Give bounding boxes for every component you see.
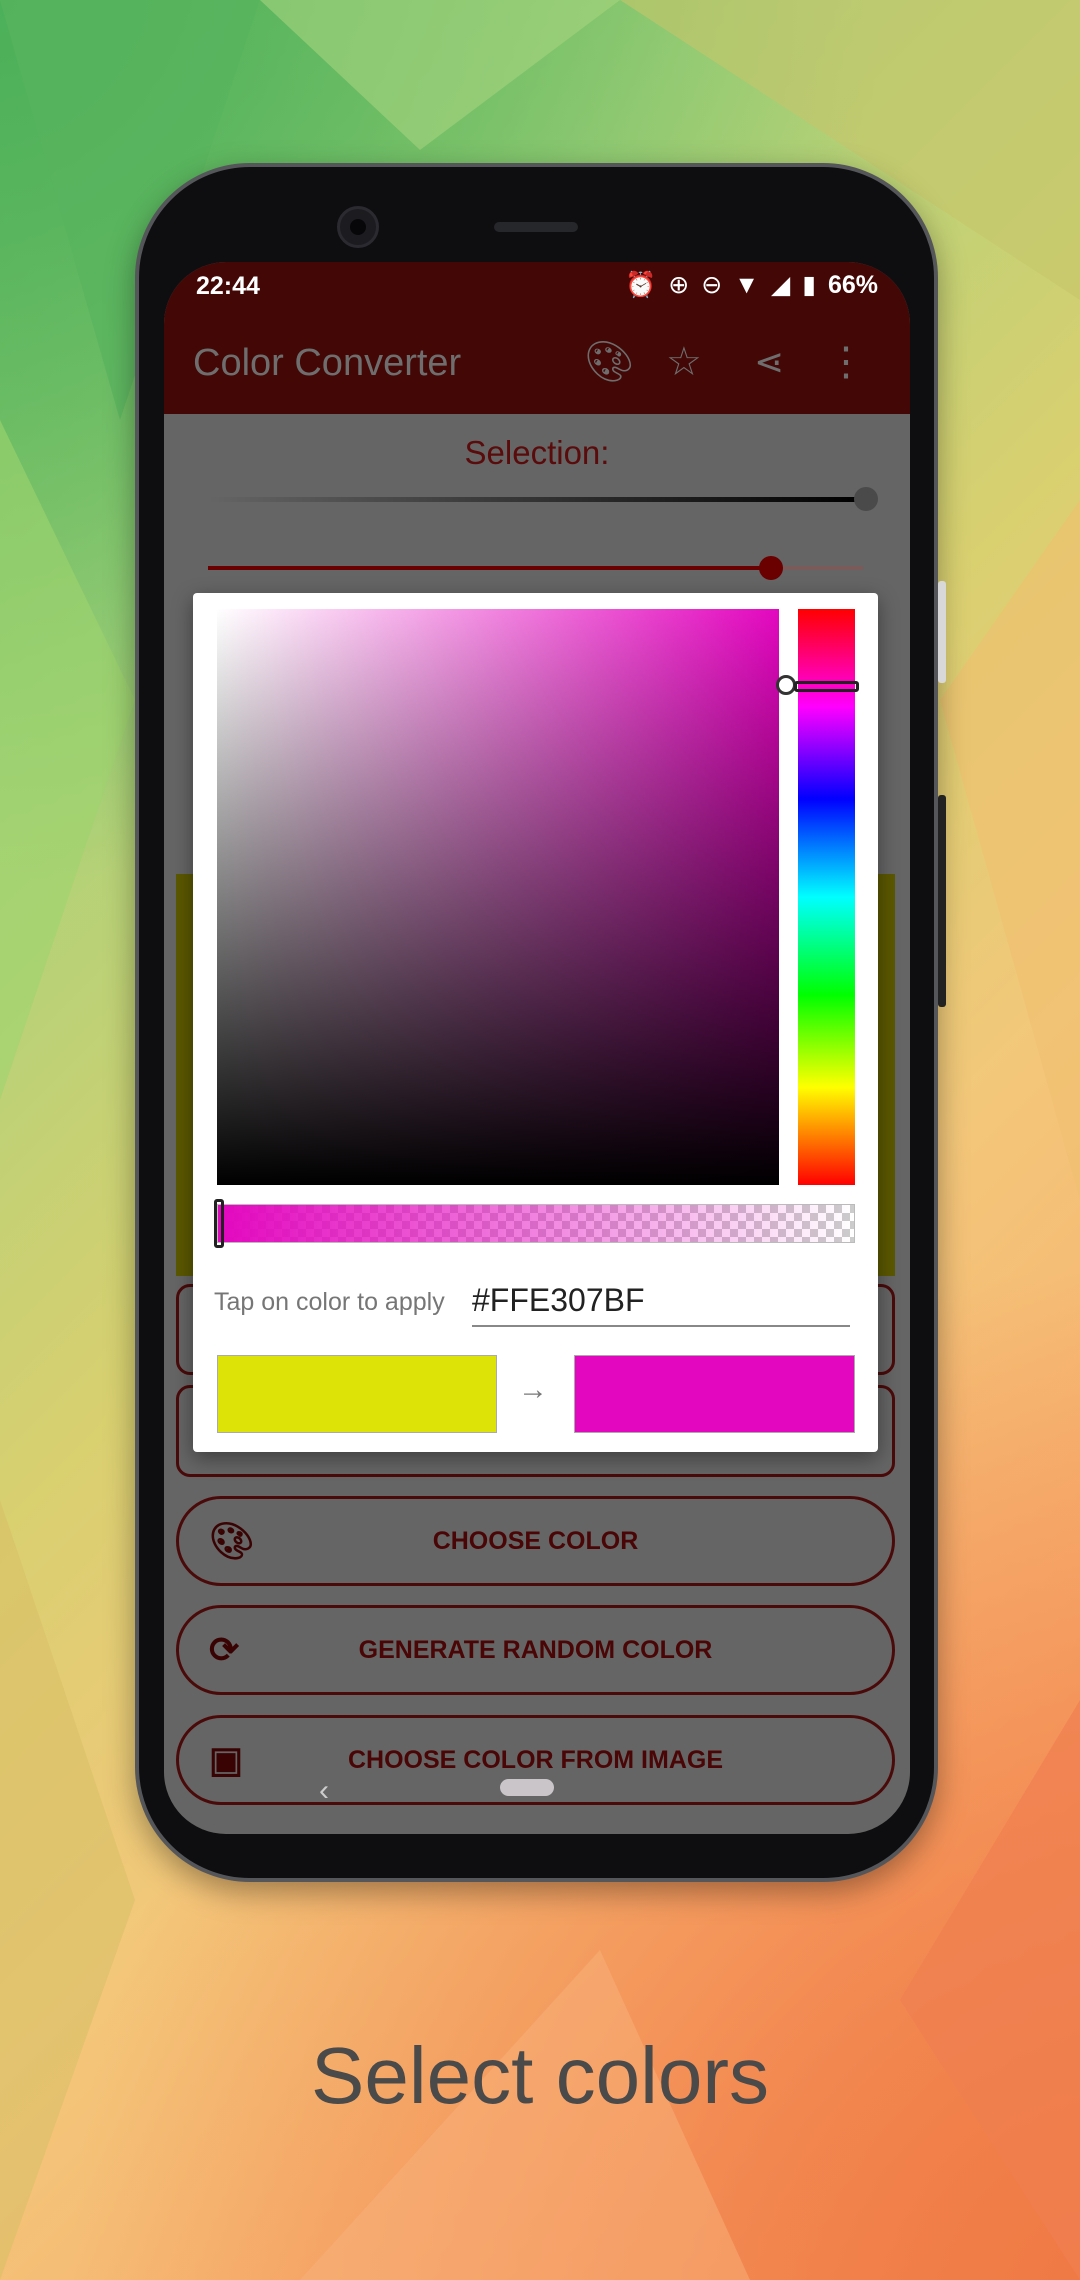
- selection-label: Selection:: [464, 434, 610, 471]
- signal-icon: ◢: [770, 271, 791, 299]
- battery-percent: 66%: [827, 270, 878, 299]
- nav-home-pill[interactable]: [500, 1779, 554, 1796]
- app-bar: 22:44 ⏰ ⊕ ⊖ ▼ ◢ ▮ 66% Color Converter 🎨︎…: [164, 262, 910, 414]
- front-camera: [337, 206, 379, 248]
- app-title: Color Converter: [193, 342, 462, 384]
- lightness-slider[interactable]: [208, 497, 863, 502]
- status-icons: ⏰ ⊕ ⊖ ▼ ◢ ▮ 66%: [625, 270, 878, 300]
- saturation-value-panel[interactable]: [217, 609, 796, 1185]
- earpiece: [494, 222, 578, 232]
- palette-icon[interactable]: 🎨︎: [584, 340, 635, 384]
- selection-slider-fill: [208, 566, 772, 570]
- palette-icon: 🎨︎: [209, 1520, 255, 1561]
- selection-slider[interactable]: [208, 556, 863, 580]
- hue-slider[interactable]: [794, 609, 859, 1185]
- arrow-icon: →: [518, 1373, 548, 1406]
- power-button: [938, 581, 946, 683]
- new-color-swatch[interactable]: [574, 1355, 855, 1433]
- choose-color-button[interactable]: 🎨︎ CHOOSE COLOR: [176, 1496, 895, 1586]
- image-icon: ▣: [209, 1739, 244, 1780]
- alpha-slider[interactable]: [214, 1199, 855, 1248]
- hex-input[interactable]: [472, 1275, 850, 1327]
- generate-random-color-button[interactable]: ⟳ GENERATE RANDOM COLOR: [176, 1605, 895, 1695]
- generate-random-color-label: GENERATE RANDOM COLOR: [358, 1635, 713, 1664]
- wifi-icon: ▼: [734, 270, 759, 299]
- alpha-slider-thumb[interactable]: [214, 1199, 224, 1248]
- tap-to-apply-label: Tap on color to apply: [214, 1288, 445, 1316]
- status-time: 22:44: [196, 272, 260, 300]
- choose-color-from-image-label: CHOOSE COLOR FROM IMAGE: [348, 1745, 723, 1774]
- data-saver-icon: ⊕: [668, 271, 690, 299]
- color-picker-dialog: Tap on color to apply →: [193, 593, 878, 1452]
- selection-slider-thumb[interactable]: [759, 556, 784, 580]
- old-color-swatch[interactable]: [217, 1355, 497, 1433]
- caption: Select colors: [311, 2031, 769, 2120]
- lightness-slider-thumb[interactable]: [854, 487, 878, 511]
- hue-slider-thumb[interactable]: [794, 681, 859, 692]
- more-vert-icon[interactable]: ⋮: [826, 340, 866, 384]
- choose-color-label: CHOOSE COLOR: [432, 1526, 639, 1555]
- refresh-icon: ⟳: [209, 1629, 240, 1670]
- volume-button: [938, 795, 946, 1007]
- battery-charging-icon: ▮: [802, 271, 816, 299]
- saturation-value-cursor[interactable]: [776, 675, 796, 695]
- dnd-icon: ⊖: [701, 271, 723, 299]
- star-icon[interactable]: ☆: [666, 340, 702, 384]
- nav-back-icon[interactable]: ‹: [319, 1774, 329, 1808]
- alarm-icon: ⏰: [625, 270, 657, 299]
- share-icon[interactable]: ⋖: [754, 340, 784, 384]
